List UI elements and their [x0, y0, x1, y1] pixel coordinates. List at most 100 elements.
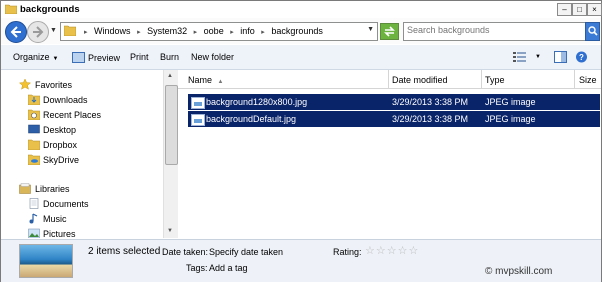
navigation-pane: Favorites Downloads Recent Places Deskto… [1, 70, 163, 238]
sidebar-item-label: Music [43, 214, 67, 224]
file-date: 3/29/2013 3:38 PM [392, 114, 469, 124]
file-type: JPEG image [485, 114, 536, 124]
search-icon [588, 26, 598, 36]
column-type[interactable]: Type [485, 75, 505, 85]
dropbox-folder-icon [28, 139, 40, 150]
folder-icon [64, 25, 76, 36]
address-row: ▼ ▸ Windows ▸ System32 ▸ oobe ▸ info ▸ b… [1, 18, 601, 44]
sort-ascending-icon: ▲ [217, 79, 224, 85]
skydrive-icon [28, 154, 40, 165]
more-views-dropdown[interactable]: ▼ [535, 54, 541, 60]
column-name-label: Name [188, 75, 213, 85]
column-name[interactable]: Name ▲ [188, 75, 223, 85]
pictures-icon [28, 228, 40, 238]
preview-label: Preview [88, 53, 121, 63]
navigation-scrollbar[interactable]: ▲ ▼ [163, 70, 178, 238]
back-arrow-icon [10, 26, 21, 38]
address-bar[interactable]: ▸ Windows ▸ System32 ▸ oobe ▸ info ▸ bac… [60, 22, 378, 41]
downloads-folder-icon [28, 94, 40, 105]
star-icon[interactable]: ☆ [387, 244, 397, 257]
crumb-system32[interactable]: System32 [147, 26, 187, 36]
file-list: Name ▲ Date modified Type Size backgroun… [178, 70, 601, 238]
selection-thumbnail [19, 244, 73, 278]
table-row[interactable]: backgroundDefault.jpg 3/29/2013 3:38 PM … [188, 111, 600, 127]
command-bar: Organize ▼ Preview Print Burn New folder … [1, 45, 601, 70]
documents-icon [29, 198, 39, 209]
organize-button[interactable]: Organize ▼ [13, 52, 58, 62]
print-button[interactable]: Print [130, 52, 149, 62]
window-title: backgrounds [20, 4, 80, 15]
star-icon[interactable]: ☆ [376, 244, 386, 257]
title-bar: backgrounds – □ × [1, 1, 602, 18]
svg-text:?: ? [579, 53, 584, 62]
organize-label: Organize [13, 52, 50, 62]
column-size[interactable]: Size [579, 75, 597, 85]
file-date: 3/29/2013 3:38 PM [392, 97, 469, 107]
desktop-icon [28, 124, 40, 134]
refresh-button[interactable] [380, 23, 399, 40]
column-date-modified[interactable]: Date modified [392, 75, 448, 85]
preview-icon [72, 52, 85, 63]
forward-arrow-icon [33, 26, 44, 38]
search-box[interactable] [403, 22, 586, 41]
preview-button[interactable]: Preview [72, 52, 120, 63]
star-icon[interactable]: ☆ [398, 244, 408, 257]
star-icon[interactable]: ☆ [365, 244, 375, 257]
jpeg-file-icon [191, 97, 205, 109]
crumb-backgrounds[interactable]: backgrounds [271, 26, 323, 36]
selection-count: 2 items selected [88, 246, 161, 257]
preview-pane-icon[interactable] [554, 51, 567, 63]
music-icon [29, 213, 38, 224]
star-icon[interactable]: ☆ [409, 244, 419, 257]
scroll-down-icon[interactable]: ▼ [167, 228, 173, 234]
sidebar-item-label: Pictures [43, 229, 76, 238]
recent-places-icon [28, 109, 40, 120]
crumb-info[interactable]: info [240, 26, 255, 36]
breadcrumb: ▸ Windows ▸ System32 ▸ oobe ▸ info ▸ bac… [84, 26, 323, 36]
back-button[interactable] [5, 21, 27, 43]
scroll-up-icon[interactable]: ▲ [167, 73, 173, 79]
favorites-label: Favorites [35, 80, 73, 90]
column-divider[interactable] [388, 70, 389, 88]
file-type: JPEG image [485, 97, 536, 107]
search-button[interactable] [585, 22, 600, 41]
forward-button[interactable] [27, 21, 49, 43]
maximize-button[interactable]: □ [572, 3, 587, 16]
crumb-windows[interactable]: Windows [94, 26, 131, 36]
sidebar-item-label: Downloads [43, 95, 88, 105]
burn-button[interactable]: Burn [160, 52, 179, 62]
date-taken-field[interactable]: Specify date taken [209, 247, 283, 257]
folder-icon [5, 4, 17, 14]
rating-label: Rating: [333, 247, 362, 257]
address-dropdown-icon[interactable]: ▼ [367, 26, 374, 33]
crumb-oobe[interactable]: oobe [204, 26, 224, 36]
details-pane: 2 items selected Date taken: Specify dat… [1, 239, 601, 282]
close-button[interactable]: × [587, 3, 602, 16]
libraries-label: Libraries [35, 184, 70, 194]
new-folder-button[interactable]: New folder [191, 52, 234, 62]
help-icon[interactable]: ? [575, 51, 588, 63]
column-header-row: Name ▲ Date modified Type Size [178, 70, 601, 89]
refresh-icon [384, 26, 395, 37]
column-divider[interactable] [574, 70, 575, 88]
jpeg-file-icon [191, 114, 205, 126]
minimize-button[interactable]: – [557, 3, 572, 16]
libraries-icon [19, 183, 31, 194]
sidebar-item-label: SkyDrive [43, 155, 80, 165]
column-divider[interactable] [481, 70, 482, 88]
date-taken-label: Date taken: [162, 247, 209, 257]
scrollbar-thumb[interactable] [165, 85, 178, 165]
table-row[interactable]: background1280x800.jpg 3/29/2013 3:38 PM… [188, 94, 600, 110]
rating-stars[interactable]: ☆☆☆☆☆ [365, 244, 419, 257]
file-name: backgroundDefault.jpg [206, 114, 297, 124]
chevron-down-icon: ▼ [52, 56, 59, 62]
change-view-icon[interactable] [513, 51, 526, 63]
recent-pages-dropdown[interactable]: ▼ [50, 27, 57, 34]
sidebar-item-label: Recent Places [43, 110, 102, 120]
sidebar-item-label: Dropbox [43, 140, 78, 150]
tags-field[interactable]: Add a tag [209, 263, 248, 273]
sidebar-item-label: Documents [43, 199, 89, 209]
star-icon [19, 79, 31, 90]
search-input[interactable] [407, 25, 572, 35]
sidebar-item-label: Desktop [43, 125, 77, 135]
